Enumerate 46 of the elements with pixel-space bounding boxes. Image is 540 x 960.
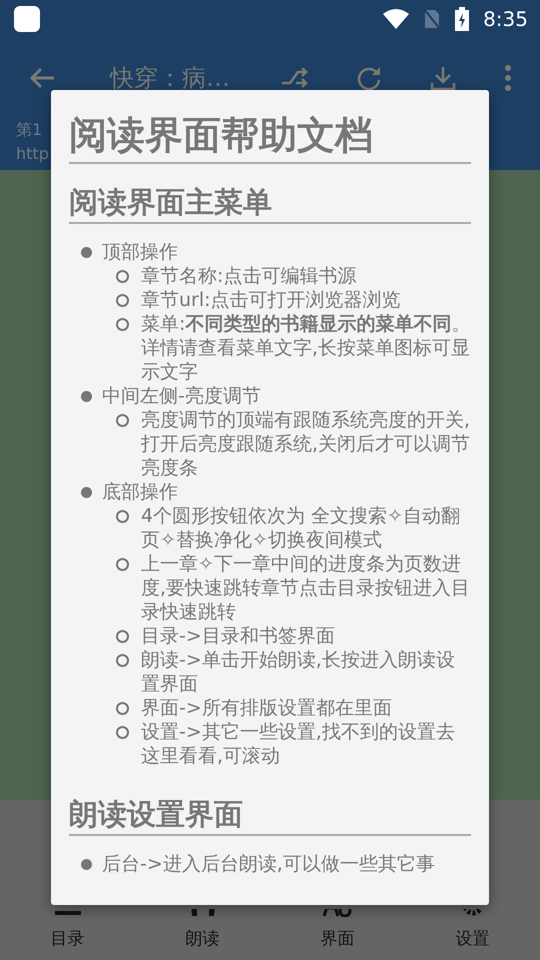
- dialog-title: 阅读界面帮助文档: [69, 108, 471, 164]
- bullet-icon: [81, 859, 92, 870]
- battery-icon: [455, 7, 470, 31]
- bullet-icon: [116, 414, 129, 427]
- section-heading: 朗读设置界面: [69, 794, 471, 836]
- list-item-text: 亮度调节的顶端有跟随系统亮度的开关,打开后亮度跟随系统,关闭后才可以调节亮度条: [141, 408, 471, 480]
- notification-icon: [14, 6, 40, 32]
- list-item-text: 朗读->单击开始朗读,长按进入朗读设置界面: [141, 648, 456, 696]
- status-time: 8:35: [483, 7, 528, 31]
- list-item-text: 目录->目录和书签界面: [141, 624, 336, 648]
- list-item-text: 中间左侧-亮度调节: [102, 384, 262, 408]
- bullet-icon: [81, 247, 92, 258]
- bullet-icon: [81, 391, 92, 402]
- refresh-icon[interactable]: [356, 65, 382, 91]
- bullet-icon: [116, 510, 129, 523]
- nav-button[interactable]: 设置: [432, 893, 512, 950]
- section-heading: 阅读界面主菜单: [69, 182, 471, 224]
- list-item-text: 4个圆形按钮依次为 全文搜索✧自动翻页✧替换净化✧切换夜间模式: [141, 504, 462, 552]
- bullet-icon: [116, 630, 129, 643]
- list-item-text: 顶部操作: [102, 240, 179, 264]
- list-item-text: 菜单:不同类型的书籍显示的菜单不同。详情请查看菜单文字,长按菜单图标可显示文字: [141, 312, 471, 384]
- list-item-text: 后台->进入后台朗读,可以做一些其它事: [102, 852, 436, 876]
- nav-button[interactable]: 目录: [28, 893, 108, 950]
- bullet-icon: [81, 487, 92, 498]
- bullet-icon: [116, 318, 129, 331]
- bullet-icon: [116, 270, 129, 283]
- bullet-icon: [116, 702, 129, 715]
- bullet-icon: [116, 726, 129, 739]
- bullet-icon: [116, 654, 129, 667]
- wifi-icon: [383, 9, 410, 29]
- nav-button[interactable]: 界面: [298, 893, 378, 950]
- more-icon[interactable]: [504, 65, 512, 91]
- list-item-text: 章节名称:点击可编辑书源: [141, 264, 358, 288]
- list-item-text: 上一章✧下一章中间的进度条为页数进度,要快速跳转章节点击目录按钮进入目录快速跳转: [141, 552, 471, 624]
- download-icon[interactable]: [430, 65, 456, 91]
- list-item-text: 底部操作: [102, 480, 179, 504]
- list-item-text: 章节url:点击可打开浏览器浏览: [141, 288, 402, 312]
- book-title[interactable]: 快穿：病…: [110, 62, 230, 94]
- bullet-icon: [116, 558, 129, 571]
- back-icon[interactable]: [30, 67, 56, 89]
- shuffle-icon[interactable]: [282, 68, 308, 88]
- bullet-icon: [116, 294, 129, 307]
- no-sim-icon: [423, 8, 442, 30]
- list-item-text: 设置->其它一些设置,找不到的设置去这里看看,可滚动: [141, 720, 456, 768]
- list-item-text: 界面->所有排版设置都在里面: [141, 696, 393, 720]
- list-icon: [54, 909, 80, 917]
